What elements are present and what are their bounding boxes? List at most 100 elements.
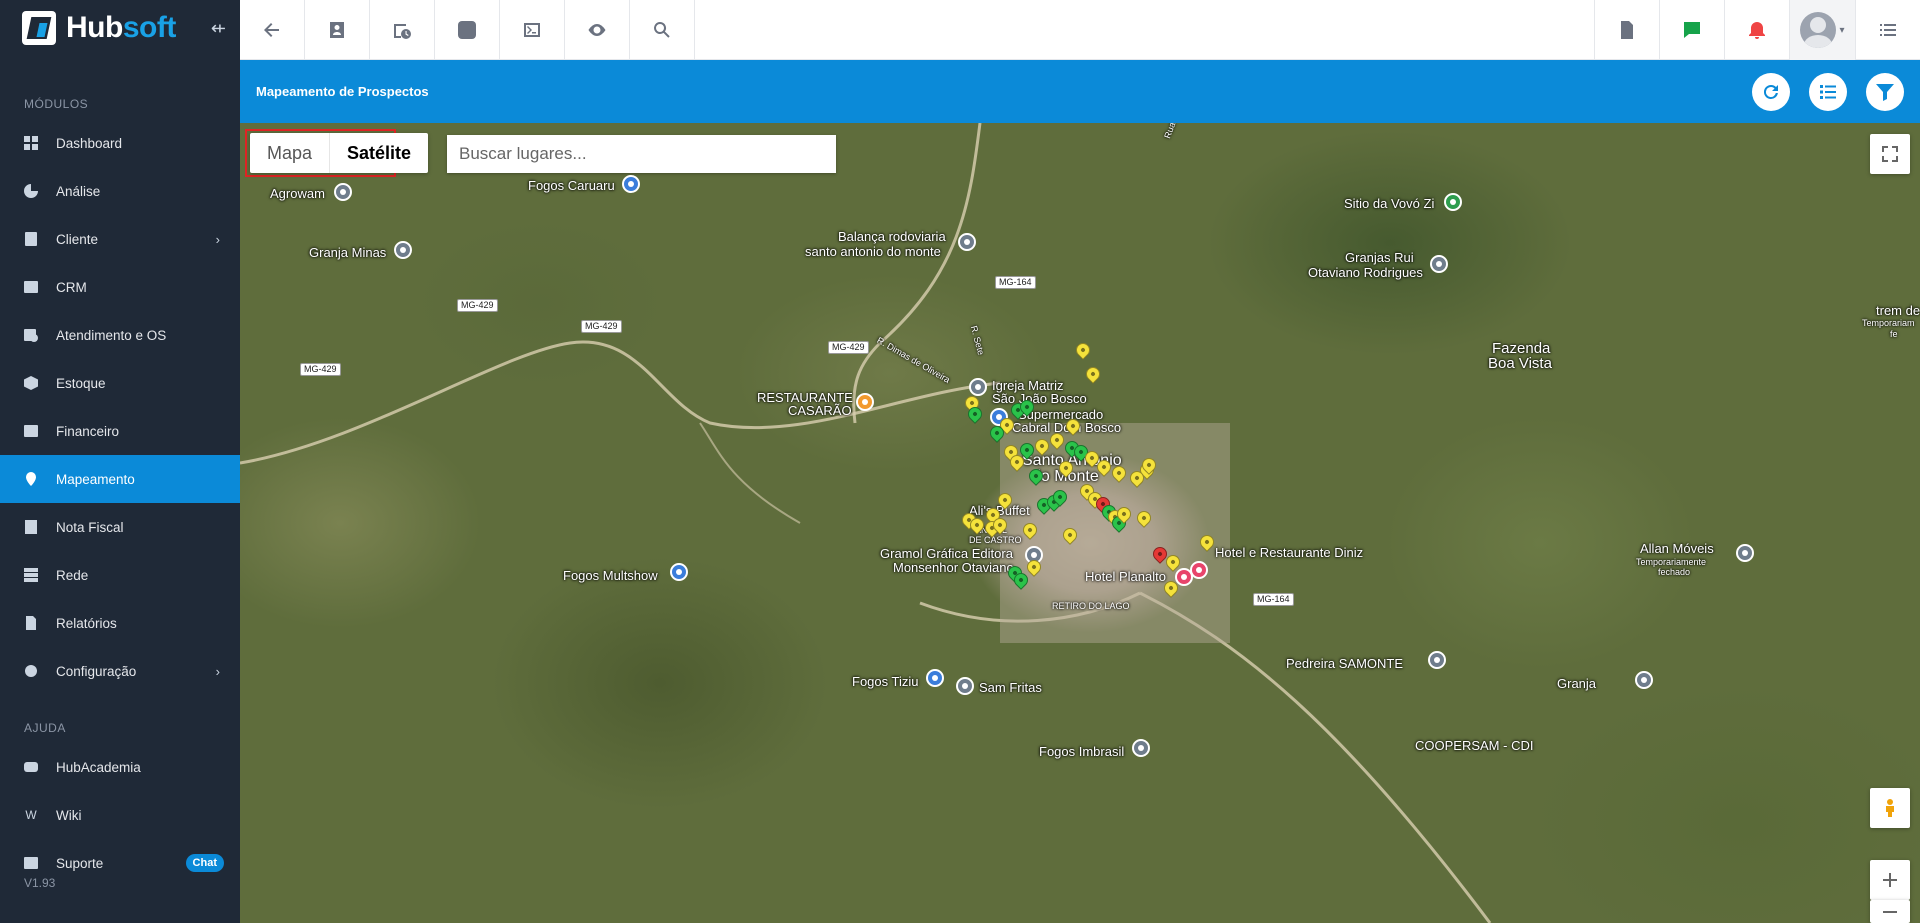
- sidebar-item-rede[interactable]: Rede: [0, 551, 240, 599]
- road-shield: MG-429: [300, 363, 341, 376]
- sidebar-item-crm[interactable]: CRM: [0, 263, 240, 311]
- sidebar-item-relatorios[interactable]: Relatórios: [0, 599, 240, 647]
- sidebar-item-configuracao[interactable]: Configuração ›: [0, 647, 240, 695]
- list-view-button[interactable]: [1809, 72, 1847, 111]
- place-marker-icon[interactable]: [670, 563, 688, 581]
- place-marker-icon[interactable]: [334, 183, 352, 201]
- fullscreen-icon: [1882, 146, 1898, 162]
- place-label: fe: [1890, 329, 1898, 339]
- zoom-out-button[interactable]: [1870, 900, 1910, 923]
- sidebar: Hubsoft ⇷ MÓDULOS Dashboard Análise Clie…: [0, 0, 240, 923]
- restaurant-marker-icon[interactable]: [856, 393, 874, 411]
- place-label: Pedreira SAMONTE: [1286, 656, 1404, 671]
- sidebar-item-financeiro[interactable]: Financeiro: [0, 407, 240, 455]
- id-card-icon: [24, 232, 38, 246]
- place-label: RETIRO DO LAGO: [1052, 601, 1130, 611]
- user-menu-button[interactable]: ▾: [1789, 0, 1855, 60]
- place-label: Otaviano Rodrigues: [1308, 265, 1423, 280]
- sidebar-item-nota-fiscal[interactable]: Nota Fiscal: [0, 503, 240, 551]
- schedule-button[interactable]: [370, 0, 435, 60]
- sidebar-item-wiki[interactable]: W Wiki: [0, 791, 240, 839]
- refresh-button[interactable]: [1752, 72, 1790, 111]
- back-button[interactable]: [240, 0, 305, 60]
- place-marker-icon[interactable]: [1444, 193, 1462, 211]
- place-label: Hotel e Restaurante Diniz: [1215, 545, 1364, 560]
- dashboard-icon: [24, 136, 38, 150]
- chat-badge[interactable]: Chat: [185, 854, 224, 872]
- sidebar-item-atendimento[interactable]: Atendimento e OS: [0, 311, 240, 359]
- search-button[interactable]: [630, 0, 695, 60]
- place-label: Granjas Rui: [1345, 250, 1414, 265]
- place-label: Fogos Tiziu: [852, 674, 919, 689]
- search-places-input[interactable]: [447, 135, 836, 173]
- place-marker-icon[interactable]: [926, 669, 944, 687]
- place-marker-icon[interactable]: [1428, 651, 1446, 669]
- sidebar-item-hubacademia[interactable]: HubAcademia: [0, 743, 240, 791]
- street-view-button[interactable]: [1870, 788, 1910, 828]
- place-label: Fogos Caruaru: [528, 178, 615, 193]
- sidebar-item-label: Dashboard: [56, 135, 123, 151]
- avatar: [1800, 12, 1837, 48]
- message-check-icon: [1684, 22, 1700, 38]
- filter-button[interactable]: [1866, 72, 1904, 111]
- minus-icon: [1883, 910, 1897, 913]
- place-label: Granja Minas: [309, 245, 387, 260]
- financial-button[interactable]: [435, 0, 500, 60]
- place-label: Gramol Gráfica Editora: [880, 546, 1013, 561]
- top-bar-right: ▾: [1594, 0, 1920, 60]
- place-marker-icon[interactable]: [1132, 739, 1150, 757]
- place-label: Temporariam: [1862, 318, 1915, 328]
- sidebar-item-analise[interactable]: Análise: [0, 167, 240, 215]
- box-icon: [24, 376, 38, 390]
- sidebar-item-label: Financeiro: [56, 423, 120, 439]
- list-icon: [1820, 84, 1836, 99]
- collapse-sidebar-icon[interactable]: ⇷: [211, 18, 226, 39]
- pie-chart-icon: [24, 184, 38, 198]
- terminal-button[interactable]: [500, 0, 565, 60]
- place-label: santo antonio do monte: [805, 244, 941, 259]
- alarm-bell-icon: [1749, 22, 1765, 39]
- road-shield: MG-429: [581, 320, 622, 333]
- section-help-label: AJUDA: [24, 721, 66, 735]
- view-button[interactable]: [565, 0, 630, 60]
- hotel-marker-icon[interactable]: [1175, 568, 1193, 586]
- place-marker-icon[interactable]: [956, 677, 974, 695]
- map-type-map-button[interactable]: Mapa: [250, 133, 329, 173]
- place-label: Allan Móveis: [1640, 541, 1714, 556]
- place-marker-icon[interactable]: [1635, 671, 1653, 689]
- place-label: Granja: [1557, 676, 1597, 691]
- dollar-icon: [458, 21, 476, 39]
- sidebar-item-label: Relatórios: [56, 615, 117, 631]
- map-type-satellite-button[interactable]: Satélite: [329, 133, 428, 173]
- messages-button[interactable]: [1659, 0, 1724, 60]
- alerts-button[interactable]: [1724, 0, 1789, 60]
- fullscreen-button[interactable]: [1870, 134, 1910, 174]
- search-icon: [654, 21, 670, 38]
- sidebar-item-cliente[interactable]: Cliente ›: [0, 215, 240, 263]
- sidebar-item-label: Atendimento e OS: [56, 327, 167, 343]
- zoom-in-button[interactable]: [1870, 860, 1910, 900]
- network-icon: [24, 568, 38, 582]
- satellite-map[interactable]: Mapa Satélite Agrowam Fogos Caruaru Gran…: [240, 123, 1920, 923]
- pdf-button[interactable]: [1594, 0, 1659, 60]
- sidebar-item-mapeamento[interactable]: Mapeamento: [0, 455, 240, 503]
- place-marker-icon[interactable]: [1430, 255, 1448, 273]
- place-marker-icon[interactable]: [969, 378, 987, 396]
- place-marker-icon[interactable]: [622, 175, 640, 193]
- invoice-icon: [24, 520, 38, 534]
- chevron-right-icon: ›: [215, 663, 220, 679]
- refresh-icon: [1763, 84, 1778, 99]
- place-marker-icon[interactable]: [394, 241, 412, 259]
- place-label: Monsenhor Otaviano: [893, 560, 1014, 575]
- contact-card-button[interactable]: [305, 0, 370, 60]
- place-label: Balança rodoviaria: [838, 229, 946, 244]
- sidebar-item-estoque[interactable]: Estoque: [0, 359, 240, 407]
- hubsoft-logo-icon: [22, 11, 56, 45]
- place-marker-icon[interactable]: [1736, 544, 1754, 562]
- place-marker-icon[interactable]: [958, 233, 976, 251]
- menu-list-button[interactable]: [1855, 0, 1920, 60]
- place-label: Sam Fritas: [979, 680, 1042, 695]
- brand: Hubsoft ⇷: [0, 0, 240, 56]
- arrow-left-icon: [264, 23, 279, 37]
- sidebar-item-dashboard[interactable]: Dashboard: [0, 119, 240, 167]
